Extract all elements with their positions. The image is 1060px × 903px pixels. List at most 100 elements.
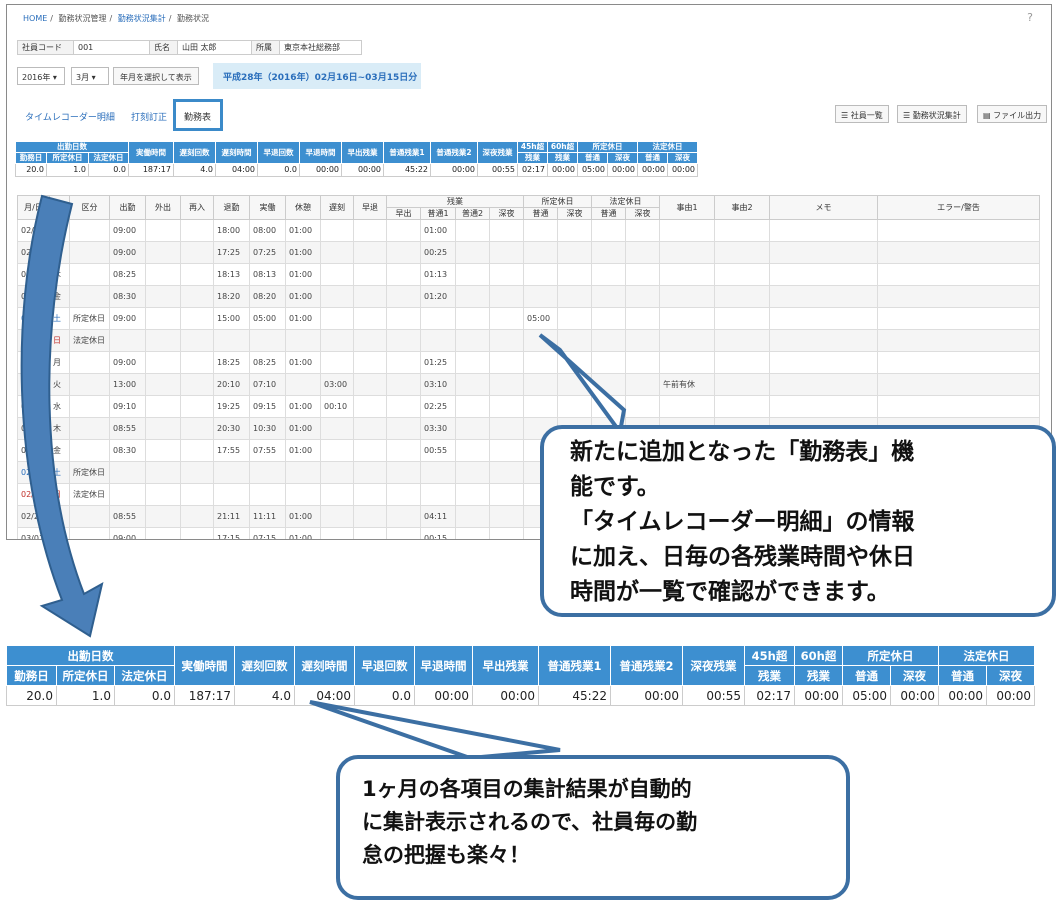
table-row: 02/19 金 08:30 18:20 08:20 01:00 01:20 [17,285,1040,308]
cell-empty [180,241,214,264]
cell-late [320,351,354,374]
callout-summary: 1ヶ月の各項目の集計結果が自動的 に集計表示されるので、社員毎の勤 怠の把握も楽… [336,755,850,900]
cell-empty [714,373,770,396]
cell-leave: 20:10 [213,373,250,396]
cell-empty [353,329,387,352]
file-output-button[interactable]: ▤ ファイル出力 [977,105,1048,123]
breadcrumb-level2[interactable]: 勤務状況集計 [118,14,166,23]
cell-dow: 火 [49,527,70,539]
cell-empty [557,285,592,308]
cell-kubun [69,505,110,528]
cell-empty [877,307,1040,330]
cell-in: 09:00 [109,351,146,374]
cell-in: 09:00 [109,219,146,242]
cell-empty [180,329,214,352]
cell-empty [489,373,524,396]
cell-empty [180,483,214,506]
cell-empty [489,263,524,286]
cell-date: 02/27 [17,461,50,484]
cell-empty [591,329,626,352]
year-select[interactable]: 2016年 ▾ [17,67,65,85]
cell-sched [523,263,558,286]
cell-empty [145,439,181,462]
cell-leave: 20:30 [213,417,250,440]
cell-dow: 金 [49,439,70,462]
cell-reason1 [659,241,715,264]
cell-empty [877,263,1040,286]
cell-empty [180,285,214,308]
cell-leave: 17:55 [213,439,250,462]
list-icon: ☰ [903,111,911,120]
cell-empty [386,417,421,440]
cell-actual [249,329,286,352]
cell-empty [353,285,387,308]
cell-late [320,285,354,308]
cell-kubun [69,395,110,418]
month-select[interactable]: 3月 ▾ [71,67,109,85]
tab-stamp-correction[interactable]: 打刻訂正 [131,110,167,123]
cell-empty [557,241,592,264]
cell-empty [386,439,421,462]
cell-date: 02/25 [17,417,50,440]
cell-in: 08:30 [109,439,146,462]
cell-empty [455,483,490,506]
cell-leave: 18:13 [213,263,250,286]
summary-values-row: 20.0 1.0 0.0 187:17 4.0 04:00 0.0 00:00 00:00 45:… [6,685,1035,706]
cell-in: 08:55 [109,417,146,440]
employee-dept-label: 所属 [251,40,280,55]
cell-reason1 [659,307,715,330]
cell-empty [455,307,490,330]
show-month-button[interactable]: 年月を選択して表示 [113,67,199,85]
employee-list-button[interactable]: ☰ 社員一覧 [835,105,889,123]
cell-actual: 08:25 [249,351,286,374]
cell-reason1 [659,285,715,308]
cell-empty [145,395,181,418]
help-icon[interactable]: ? [1027,11,1033,24]
cell-empty [353,241,387,264]
cell-empty [386,307,421,330]
cell-reason1 [659,395,715,418]
cell-leave: 18:25 [213,351,250,374]
cell-empty [455,285,490,308]
cell-ot1: 00:55 [420,439,456,462]
cell-leave: 18:00 [213,219,250,242]
cell-reason1: 午前有休 [659,373,715,396]
cell-kubun: 法定休日 [69,329,110,352]
cell-date: 02/23 [17,373,50,396]
cell-ot1: 02:25 [420,395,456,418]
cell-late [320,439,354,462]
cell-date: 02/20 [17,307,50,330]
cell-empty [353,527,387,539]
breadcrumb-level1[interactable]: 勤務状況管理 [59,14,107,23]
chevron-down-icon: ▾ [91,73,96,82]
cell-leave: 17:25 [213,241,250,264]
cell-date: 02/28 [17,483,50,506]
cell-empty [455,505,490,528]
breadcrumb-home[interactable]: HOME [23,14,47,23]
cell-empty [769,329,878,352]
cell-empty [489,395,524,418]
cell-in [109,461,146,484]
cell-dow: 火 [49,219,70,242]
cell-empty [489,439,524,462]
tab-time-recorder[interactable]: タイムレコーダー明細 [25,110,115,123]
cell-empty [145,483,181,506]
tab-work-sheet[interactable]: 勤務表 [173,99,223,131]
chevron-down-icon: ▾ [52,73,57,82]
table-row: 02/17 水 09:00 17:25 07:25 01:00 00:25 [17,241,1040,264]
cell-empty [625,329,660,352]
cell-ot1: 01:13 [420,263,456,286]
cell-empty [557,395,592,418]
cell-empty [714,351,770,374]
cell-leave [213,329,250,352]
cell-reason1 [659,351,715,374]
cell-empty [714,395,770,418]
cell-dow: 木 [49,417,70,440]
cell-empty [145,373,181,396]
cell-empty [145,351,181,374]
cell-empty [557,307,592,330]
cell-sched [523,329,558,352]
summary-button[interactable]: ☰ 勤務状況集計 [897,105,967,123]
cell-late [320,527,354,539]
cell-rest [285,483,321,506]
